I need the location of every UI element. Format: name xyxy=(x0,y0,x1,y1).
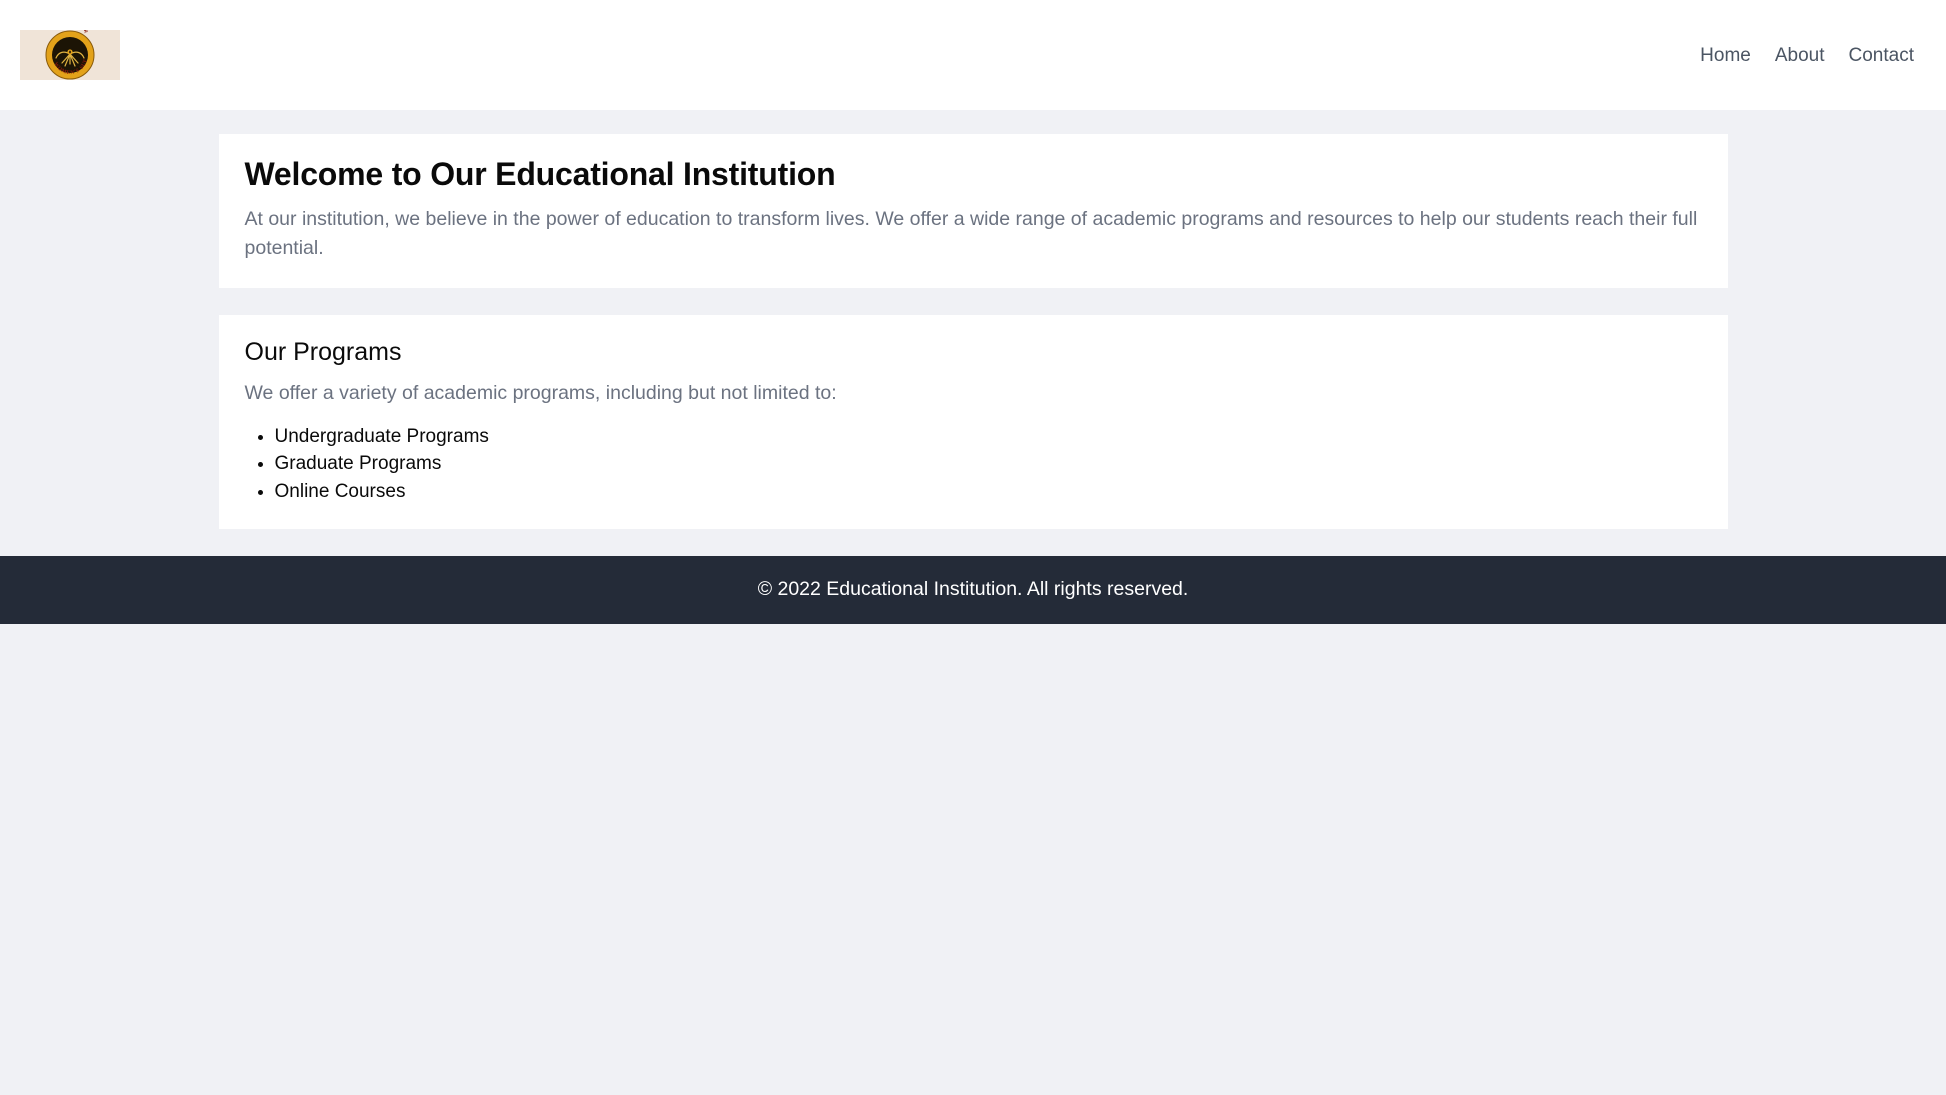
site-footer: © 2022 Educational Institution. All righ… xyxy=(0,556,1946,623)
brand[interactable]: WOMEN'S SUFFRAGE · OR · xyxy=(20,30,120,80)
site-header: WOMEN'S SUFFRAGE · OR · Home About Conta… xyxy=(0,0,1946,110)
list-item: Online Courses xyxy=(275,478,1702,506)
nav-link-contact[interactable]: Contact xyxy=(1849,46,1914,65)
nav-link-about[interactable]: About xyxy=(1775,46,1825,65)
welcome-card-body: At our institution, we believe in the po… xyxy=(245,205,1702,264)
footer-copyright: © 2022 Educational Institution. All righ… xyxy=(0,577,1946,602)
welcome-card: Welcome to Our Educational Institution A… xyxy=(219,134,1728,288)
programs-card-title: Our Programs xyxy=(245,337,1702,367)
programs-card: Our Programs We offer a variety of acade… xyxy=(219,315,1728,529)
welcome-card-title: Welcome to Our Educational Institution xyxy=(245,156,1702,193)
main-navigation: Home About Contact xyxy=(1700,46,1926,65)
main-content: Welcome to Our Educational Institution A… xyxy=(219,110,1728,529)
womens-suffrage-badge-logo-icon[interactable]: WOMEN'S SUFFRAGE · OR · xyxy=(20,30,120,80)
programs-list: Undergraduate Programs Graduate Programs… xyxy=(245,423,1702,506)
list-item: Undergraduate Programs xyxy=(275,423,1702,451)
list-item: Graduate Programs xyxy=(275,450,1702,478)
nav-link-home[interactable]: Home xyxy=(1700,46,1751,65)
programs-card-body: We offer a variety of academic programs,… xyxy=(245,379,1702,409)
